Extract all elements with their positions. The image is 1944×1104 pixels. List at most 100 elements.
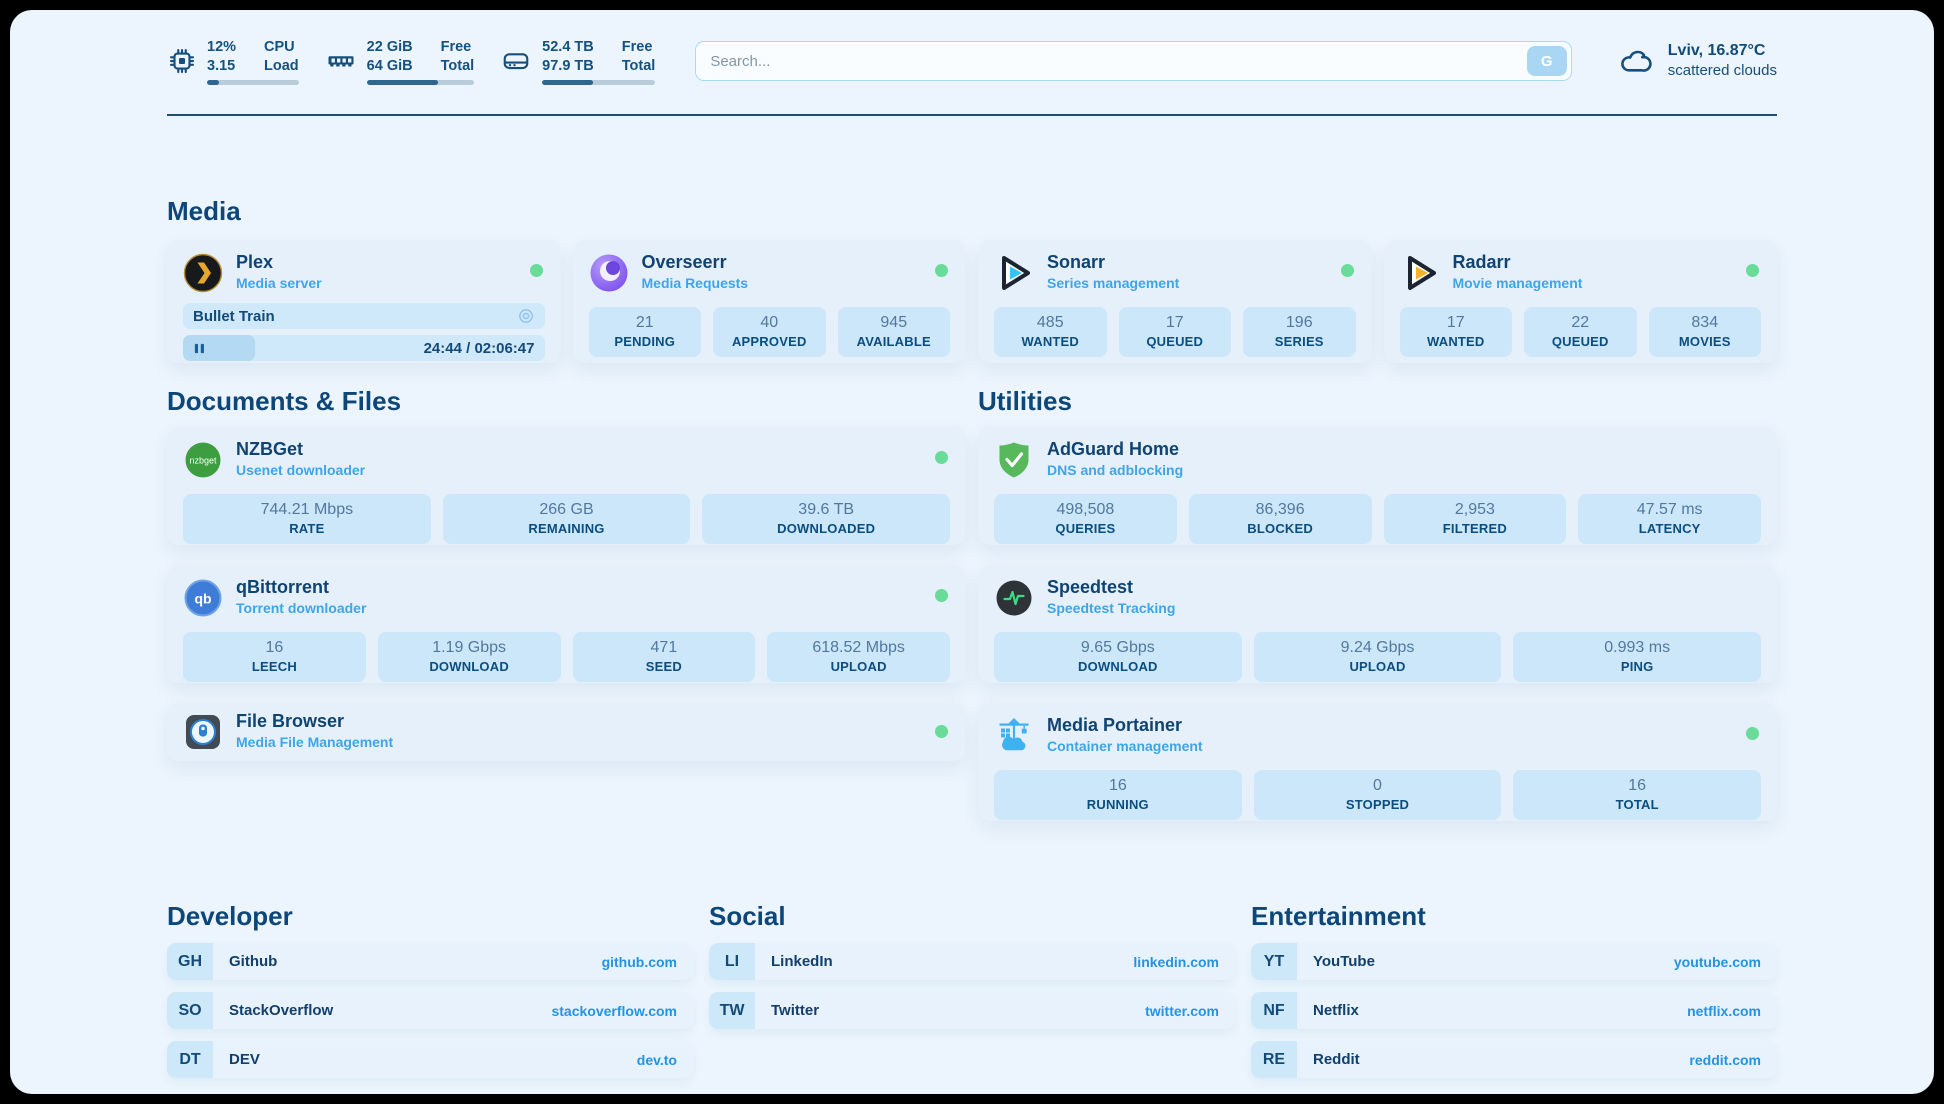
app-title: Radarr [1453, 252, 1583, 273]
svg-text:qb: qb [194, 591, 211, 607]
bookmark-abbr: TW [709, 992, 755, 1029]
pause-icon [193, 342, 206, 355]
bookmark-url: stackoverflow.com [551, 1003, 677, 1019]
section-heading-developer: Developer [167, 903, 693, 929]
bookmarks-developer: Developer GH Github github.com SO StackO… [167, 903, 693, 1090]
app-card-sonarr[interactable]: Sonarr Series management 485WANTED 17QUE… [978, 240, 1372, 363]
stat-movies: 834MOVIES [1649, 307, 1762, 357]
bookmarks-entertainment: Entertainment YT YouTube youtube.com NF … [1251, 903, 1777, 1090]
cpu-load-value: 3.15 [207, 57, 236, 76]
bookmark-name: Twitter [771, 1002, 819, 1019]
app-card-qbittorrent[interactable]: qb qBittorrent Torrent downloader 16LEEC… [167, 565, 966, 683]
stat-upload: 618.52 MbpsUPLOAD [767, 632, 950, 682]
bookmark-twitter[interactable]: TW Twitter twitter.com [709, 992, 1235, 1029]
weather-widget: Lviv, 16.87°C scattered clouds [1612, 41, 1777, 81]
bookmark-youtube[interactable]: YT YouTube youtube.com [1251, 943, 1777, 980]
disk-progressbar [542, 80, 655, 85]
app-card-portainer[interactable]: Media Portainer Container management 16R… [978, 703, 1777, 821]
app-title: AdGuard Home [1047, 439, 1183, 460]
app-card-radarr[interactable]: Radarr Movie management 17WANTED 22QUEUE… [1384, 240, 1778, 363]
disk-label: Free [622, 38, 656, 57]
search-engine-button[interactable]: G [1527, 46, 1567, 76]
stat-wanted: 485WANTED [994, 307, 1107, 357]
status-dot [1746, 727, 1759, 740]
portainer-icon [994, 716, 1034, 756]
cpu-icon [167, 46, 197, 76]
bookmark-abbr: YT [1251, 943, 1297, 980]
app-card-overseerr[interactable]: Overseerr Media Requests 21PENDING 40APP… [573, 240, 967, 363]
cpu-stat: 12% 3.15 CPU Load [167, 38, 299, 85]
playback-time: 24:44 / 02:06:47 [424, 340, 535, 357]
ram-progressbar [367, 80, 475, 85]
overseerr-icon [589, 253, 629, 293]
app-subtitle: Movie management [1453, 273, 1583, 294]
stat-available: 945AVAILABLE [838, 307, 951, 357]
radarr-icon [1400, 253, 1440, 293]
cpu-progressbar [207, 80, 299, 85]
stat-queries: 498,508QUERIES [994, 494, 1177, 544]
qbittorrent-icon: qb [183, 578, 223, 618]
stat-downloaded: 39.6 TBDOWNLOADED [702, 494, 950, 544]
stat-seed: 471SEED [573, 632, 756, 682]
app-title: Speedtest [1047, 577, 1175, 598]
disk-total: 97.9 TB [542, 57, 594, 76]
bookmark-reddit[interactable]: RE Reddit reddit.com [1251, 1041, 1777, 1078]
ram-free: 22 GiB [367, 38, 413, 57]
section-heading-social: Social [709, 903, 1235, 929]
app-title: Sonarr [1047, 252, 1179, 273]
session-icon[interactable] [517, 307, 535, 325]
stat-queued: 22QUEUED [1524, 307, 1637, 357]
disk-stat: 52.4 TB 97.9 TB Free Total [500, 38, 655, 85]
bookmark-dev[interactable]: DT DEV dev.to [167, 1041, 693, 1078]
app-card-speedtest[interactable]: Speedtest Speedtest Tracking 9.65 GbpsDO… [978, 565, 1777, 683]
app-title: Plex [236, 252, 322, 273]
stat-queued: 17QUEUED [1119, 307, 1232, 357]
ram-total: 64 GiB [367, 57, 413, 76]
bookmark-name: LinkedIn [771, 953, 833, 970]
documents-column: Documents & Files nzbget NZBGet Usenet d… [167, 388, 966, 841]
app-subtitle: Speedtest Tracking [1047, 598, 1175, 619]
stat-approved: 40APPROVED [713, 307, 826, 357]
app-subtitle: Torrent downloader [236, 598, 366, 619]
stat-wanted: 17WANTED [1400, 307, 1513, 357]
bookmark-linkedin[interactable]: LI LinkedIn linkedin.com [709, 943, 1235, 980]
bookmark-url: dev.to [637, 1052, 677, 1068]
utilities-column: Utilities AdGuard Home DNS and adblockin… [978, 388, 1777, 841]
status-dot [935, 264, 948, 277]
app-card-nzbget[interactable]: nzbget NZBGet Usenet downloader 744.21 M… [167, 427, 966, 545]
cpu-percent: 12% [207, 38, 236, 57]
adguard-icon [994, 440, 1034, 480]
disk-icon [500, 46, 532, 76]
status-dot [530, 264, 543, 277]
cloud-icon [1612, 43, 1656, 79]
stat-stopped: 0STOPPED [1254, 770, 1502, 820]
bookmark-name: Reddit [1313, 1051, 1360, 1068]
speedtest-icon [994, 578, 1034, 618]
app-card-plex[interactable]: Plex Media server Bullet Train [167, 240, 561, 363]
bookmark-url: linkedin.com [1133, 954, 1219, 970]
bookmark-github[interactable]: GH Github github.com [167, 943, 693, 980]
header: 12% 3.15 CPU Load [167, 36, 1777, 86]
now-playing-row: Bullet Train [183, 303, 545, 329]
dashboard-page: 12% 3.15 CPU Load [10, 10, 1934, 1094]
stat-leech: 16LEECH [183, 632, 366, 682]
ram-label: Free [441, 38, 475, 57]
search-input[interactable] [695, 41, 1571, 81]
bookmark-name: Netflix [1313, 1002, 1359, 1019]
app-card-adguard[interactable]: AdGuard Home DNS and adblocking 498,508Q… [978, 427, 1777, 545]
stat-filtered: 2,953FILTERED [1384, 494, 1567, 544]
app-title: Media Portainer [1047, 715, 1203, 736]
ram-icon [325, 46, 357, 76]
app-title: File Browser [236, 711, 393, 732]
app-subtitle: Usenet downloader [236, 460, 365, 481]
bookmark-name: YouTube [1313, 953, 1375, 970]
stat-pending: 21PENDING [589, 307, 702, 357]
app-card-filebrowser[interactable]: File Browser Media File Management [167, 703, 966, 761]
bookmark-stackoverflow[interactable]: SO StackOverflow stackoverflow.com [167, 992, 693, 1029]
media-cards-row: Plex Media server Bullet Train [167, 240, 1777, 363]
app-title: qBittorrent [236, 577, 366, 598]
now-playing-title: Bullet Train [193, 308, 275, 325]
bookmark-url: youtube.com [1674, 954, 1761, 970]
bookmark-url: netflix.com [1687, 1003, 1761, 1019]
bookmark-netflix[interactable]: NF Netflix netflix.com [1251, 992, 1777, 1029]
